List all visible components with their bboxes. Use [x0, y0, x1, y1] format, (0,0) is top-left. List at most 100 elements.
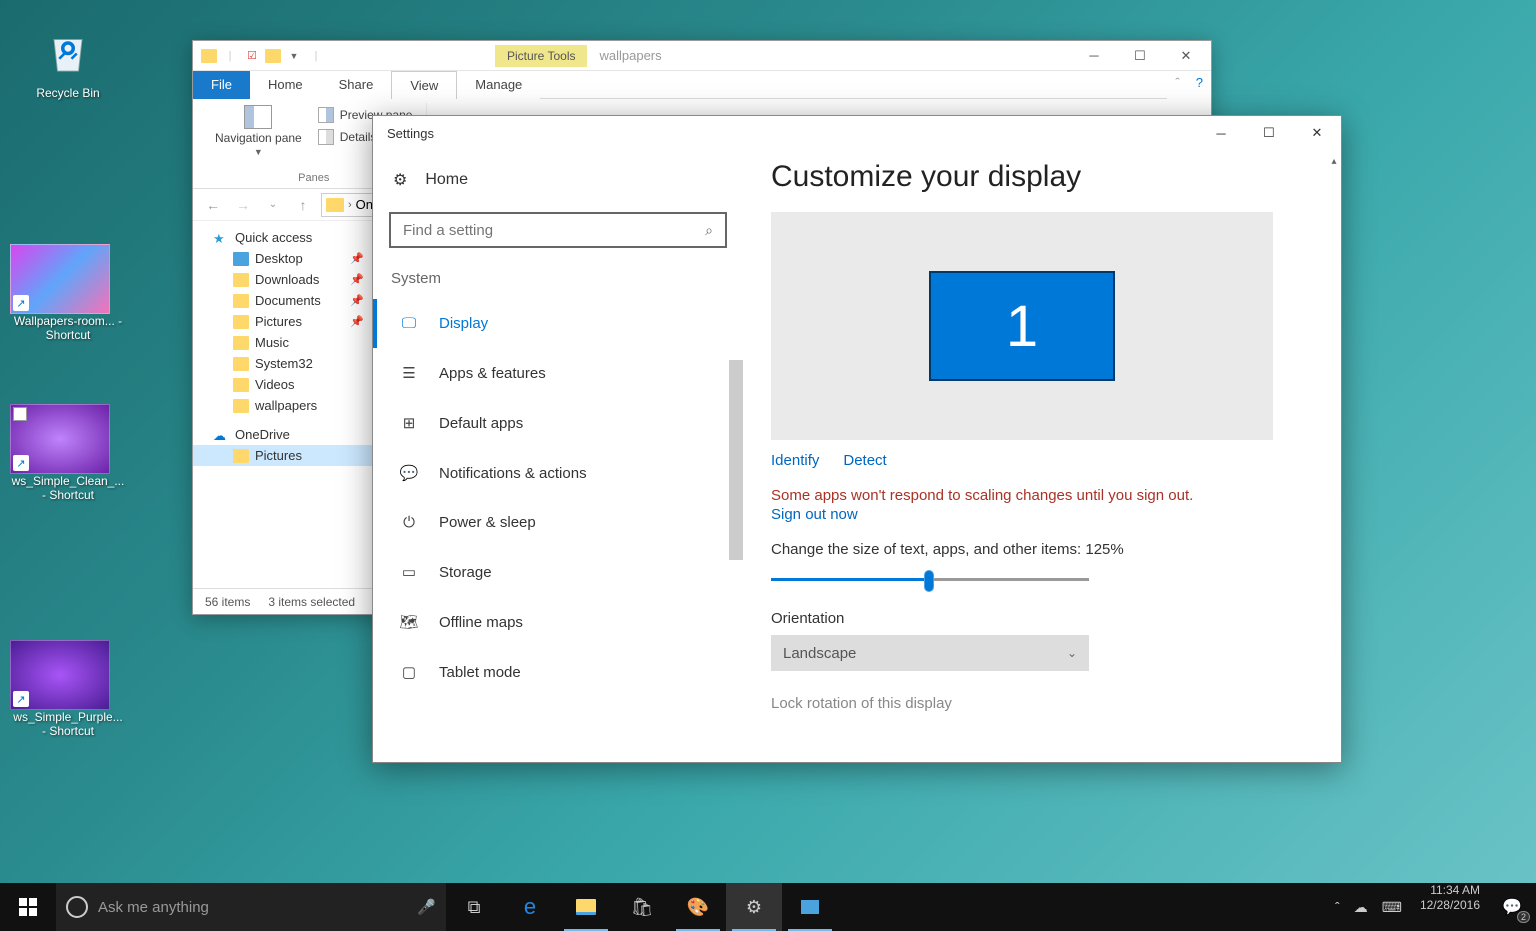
back-button[interactable]: ←	[201, 193, 225, 217]
nav-notifications[interactable]: 💬Notifications & actions	[389, 448, 727, 498]
close-button[interactable]: ✕	[1293, 116, 1341, 150]
folder-icon[interactable]	[201, 49, 217, 63]
scale-slider[interactable]	[771, 568, 1089, 592]
nav-default-apps[interactable]: ⊞Default apps	[389, 398, 727, 448]
detect-link[interactable]: Detect	[843, 452, 886, 469]
picture-tools-tab[interactable]: Picture Tools	[495, 45, 587, 67]
tree-music[interactable]: Music	[193, 332, 372, 353]
display-icon: 🖵	[399, 315, 419, 332]
taskbar-settings[interactable]: ⚙	[726, 883, 782, 931]
shortcut-arrow-icon: ↗	[13, 691, 29, 707]
tree-system32[interactable]: System32	[193, 353, 372, 374]
tree-videos[interactable]: Videos	[193, 374, 372, 395]
taskbar-paint[interactable]: 🎨	[670, 883, 726, 931]
item-count: 56 items	[205, 595, 250, 609]
settings-window: Settings ─ ☐ ✕ ⚙ Home ⌕ System 🖵Display …	[372, 115, 1342, 763]
section-label: System	[389, 270, 727, 287]
taskbar-search[interactable]: Ask me anything 🎤	[56, 883, 446, 931]
properties-icon[interactable]: ☑	[243, 47, 261, 65]
close-button[interactable]: ✕	[1163, 41, 1209, 71]
tree-downloads[interactable]: Downloads📌	[193, 269, 372, 290]
start-button[interactable]	[0, 883, 56, 931]
tab-view[interactable]: View	[391, 71, 457, 99]
search-input[interactable]	[403, 222, 705, 239]
thumbnail-icon: ↗	[10, 640, 110, 710]
folder-icon	[233, 378, 249, 392]
folder-icon	[233, 336, 249, 350]
search-icon: ⌕	[705, 222, 713, 239]
forward-button[interactable]: →	[231, 193, 255, 217]
nav-offline-maps[interactable]: 🗺Offline maps	[389, 597, 727, 647]
divider: |	[307, 47, 325, 65]
keyboard-tray-icon[interactable]: ⌨	[1382, 899, 1402, 916]
onedrive-tray-icon[interactable]: ☁	[1354, 899, 1368, 916]
navigation-pane-button[interactable]: Navigation pane ▼	[211, 103, 306, 159]
nav-display[interactable]: 🖵Display	[373, 299, 727, 348]
task-view-button[interactable]: ⧉	[446, 883, 502, 931]
checkbox-icon[interactable]	[13, 407, 27, 421]
explorer-titlebar[interactable]: | ☑ ▼ | Picture Tools wallpapers ─ ☐ ✕	[193, 41, 1211, 71]
display-preview[interactable]: 1	[771, 212, 1273, 440]
maximize-button[interactable]: ☐	[1117, 41, 1163, 71]
minimize-button[interactable]: ─	[1197, 116, 1245, 150]
tab-manage[interactable]: Manage	[457, 71, 540, 99]
slider-thumb[interactable]	[924, 570, 934, 592]
tree-documents[interactable]: Documents📌	[193, 290, 372, 311]
desktop-icon-simple-purple[interactable]: ↗ ws_Simple_Purple... - Shortcut	[10, 640, 126, 738]
identify-link[interactable]: Identify	[771, 452, 819, 469]
taskbar-edge[interactable]: e	[502, 883, 558, 931]
tree-desktop[interactable]: Desktop📌	[193, 248, 372, 269]
thumbnail-icon: ↗	[10, 404, 110, 474]
shortcut-arrow-icon: ↗	[13, 455, 29, 471]
tree-onedrive-pictures[interactable]: Pictures	[193, 445, 372, 466]
desktop-icon-wallpapers-room[interactable]: ↗ Wallpapers-room... - Shortcut	[10, 244, 126, 342]
taskbar-clock[interactable]: 11:34 AM 12/28/2016	[1412, 883, 1488, 931]
nav-power[interactable]: ⏻Power & sleep	[389, 498, 727, 547]
taskbar-store[interactable]: 🛍	[614, 883, 670, 931]
system-tray: ˆ ☁ ⌨	[1325, 883, 1412, 931]
taskbar-explorer[interactable]	[558, 883, 614, 931]
tree-wallpapers[interactable]: wallpapers	[193, 395, 372, 416]
sign-out-link[interactable]: Sign out now	[771, 506, 1313, 523]
preview-pane-icon	[318, 107, 334, 123]
taskbar-app[interactable]	[782, 883, 838, 931]
settings-content: ▴ Customize your display 1 Identify Dete…	[743, 150, 1341, 762]
scaling-warning: Some apps won't respond to scaling chang…	[771, 487, 1313, 504]
nav-home[interactable]: ⚙ Home	[389, 160, 727, 200]
scrollbar-thumb[interactable]	[729, 360, 743, 560]
navigation-pane-icon	[244, 105, 272, 129]
scroll-up-icon[interactable]: ▴	[1327, 156, 1341, 178]
minimize-button[interactable]: ─	[1071, 41, 1117, 71]
help-icon[interactable]: ?	[1188, 71, 1211, 99]
recent-dropdown[interactable]: ⌄	[261, 193, 285, 217]
tray-overflow-icon[interactable]: ˆ	[1335, 899, 1340, 915]
default-apps-icon: ⊞	[399, 414, 419, 432]
nav-tablet[interactable]: ▢Tablet mode	[389, 647, 727, 697]
map-icon: 🗺	[399, 613, 419, 631]
desktop-icon-label: ws_Simple_Clean_... - Shortcut	[10, 474, 126, 502]
desktop-icon-simple-clean[interactable]: ↗ ws_Simple_Clean_... - Shortcut	[10, 404, 126, 502]
monitor-box[interactable]: 1	[929, 271, 1115, 381]
desktop-icon-recycle-bin[interactable]: Recycle Bin	[18, 18, 118, 100]
tree-quick-access[interactable]: ★Quick access	[193, 227, 372, 248]
qat-dropdown-icon[interactable]: ▼	[285, 47, 303, 65]
collapse-ribbon-icon[interactable]: ˆ	[1167, 71, 1187, 99]
settings-titlebar[interactable]: Settings ─ ☐ ✕	[373, 116, 1341, 150]
maximize-button[interactable]: ☐	[1245, 116, 1293, 150]
folder-icon	[233, 273, 249, 287]
tab-home[interactable]: Home	[250, 71, 321, 99]
nav-storage[interactable]: ▭Storage	[389, 547, 727, 597]
tab-share[interactable]: Share	[321, 71, 392, 99]
tree-onedrive[interactable]: ☁OneDrive	[193, 424, 372, 445]
star-icon: ★	[213, 231, 229, 245]
new-folder-icon[interactable]	[265, 49, 281, 63]
action-center-button[interactable]: 💬 2	[1488, 883, 1536, 931]
orientation-dropdown[interactable]: Landscape ⌄	[771, 635, 1089, 671]
mic-icon[interactable]: 🎤	[417, 898, 436, 916]
tree-pictures[interactable]: Pictures📌	[193, 311, 372, 332]
up-button[interactable]: ↑	[291, 193, 315, 217]
nav-apps[interactable]: ☰Apps & features	[389, 348, 727, 398]
storage-icon: ▭	[399, 563, 419, 581]
settings-search[interactable]: ⌕	[389, 212, 727, 248]
tab-file[interactable]: File	[193, 71, 250, 99]
